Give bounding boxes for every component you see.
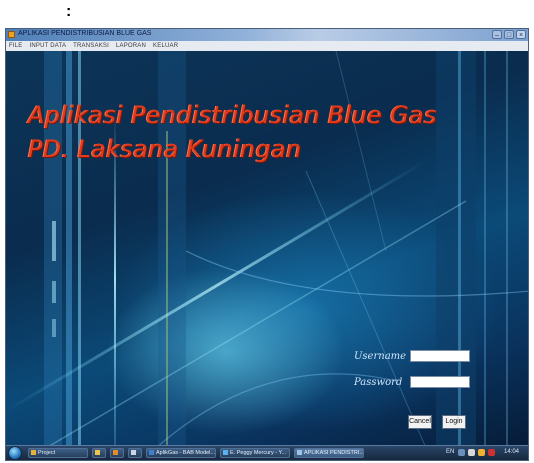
app-headline-subtitle: PD. Laksana Kuningan bbox=[28, 135, 302, 163]
cancel-button[interactable]: Cancel bbox=[408, 415, 432, 429]
taskbar-item-aplikasi[interactable]: APLIKASI PENDISTRI... bbox=[294, 448, 364, 458]
menu-file[interactable]: FILE bbox=[9, 43, 22, 49]
explorer-icon bbox=[95, 450, 100, 455]
app-headline-title: Aplikasi Pendistribusian Blue Gas bbox=[28, 101, 437, 129]
taskbar-item-app[interactable] bbox=[128, 448, 142, 458]
tray-expand-icon[interactable] bbox=[458, 449, 465, 456]
network-icon[interactable] bbox=[468, 449, 475, 456]
username-field[interactable] bbox=[410, 350, 470, 362]
volume-icon[interactable] bbox=[478, 449, 485, 456]
app-icon bbox=[8, 31, 15, 38]
taskbar-item-browser[interactable]: E. Peggy Mercury - Y... bbox=[220, 448, 290, 458]
menu-laporan[interactable]: LAPORAN bbox=[116, 43, 146, 49]
task-label: AplikGas - BAB Model... bbox=[156, 450, 215, 456]
taskbar-item-explorer[interactable] bbox=[92, 448, 106, 458]
antivirus-icon[interactable] bbox=[488, 449, 495, 456]
window-controls: – □ × bbox=[492, 30, 526, 39]
password-label: Password bbox=[354, 376, 403, 388]
password-row: Password bbox=[354, 375, 470, 389]
folder-icon bbox=[31, 450, 36, 455]
maximize-button[interactable]: □ bbox=[504, 30, 514, 39]
menu-transaksi[interactable]: TRANSAKSI bbox=[73, 43, 109, 49]
window-icon bbox=[297, 450, 302, 455]
close-button[interactable]: × bbox=[516, 30, 526, 39]
document-icon bbox=[149, 450, 154, 455]
app-window: APLIKASI PENDISTRIBUSIAN BLUE GAS – □ × … bbox=[5, 28, 529, 461]
document-colon: : bbox=[66, 3, 72, 20]
menu-keluar[interactable]: KELUAR bbox=[153, 43, 178, 49]
menu-input-data[interactable]: INPUT DATA bbox=[29, 43, 66, 49]
settings-icon bbox=[113, 450, 118, 455]
password-field[interactable] bbox=[410, 376, 470, 388]
taskbar-item-project[interactable]: Project bbox=[28, 448, 88, 458]
window-title: APLIKASI PENDISTRIBUSIAN BLUE GAS bbox=[18, 30, 152, 37]
minimize-button[interactable]: – bbox=[492, 30, 502, 39]
taskbar-item-document[interactable]: AplikGas - BAB Model... bbox=[146, 448, 216, 458]
task-label: APLIKASI PENDISTRI... bbox=[304, 450, 364, 456]
language-indicator[interactable]: EN bbox=[446, 449, 454, 455]
app-icon bbox=[131, 450, 136, 455]
clock[interactable]: 14:04 bbox=[504, 449, 519, 455]
task-label: E. Peggy Mercury - Y... bbox=[230, 450, 287, 456]
start-button[interactable] bbox=[8, 446, 22, 460]
login-button[interactable]: Login bbox=[442, 415, 466, 429]
taskbar: Project AplikGas - BAB Model... E. Peggy… bbox=[6, 445, 528, 460]
browser-icon bbox=[223, 450, 228, 455]
username-label: Username bbox=[354, 350, 407, 362]
taskbar-item-settings[interactable] bbox=[110, 448, 124, 458]
background-artwork: Aplikasi Pendistribusian Blue Gas PD. La… bbox=[6, 51, 528, 446]
username-row: Username bbox=[354, 349, 470, 363]
title-bar[interactable]: APLIKASI PENDISTRIBUSIAN BLUE GAS – □ × bbox=[6, 29, 528, 41]
task-label: Project bbox=[38, 450, 56, 456]
